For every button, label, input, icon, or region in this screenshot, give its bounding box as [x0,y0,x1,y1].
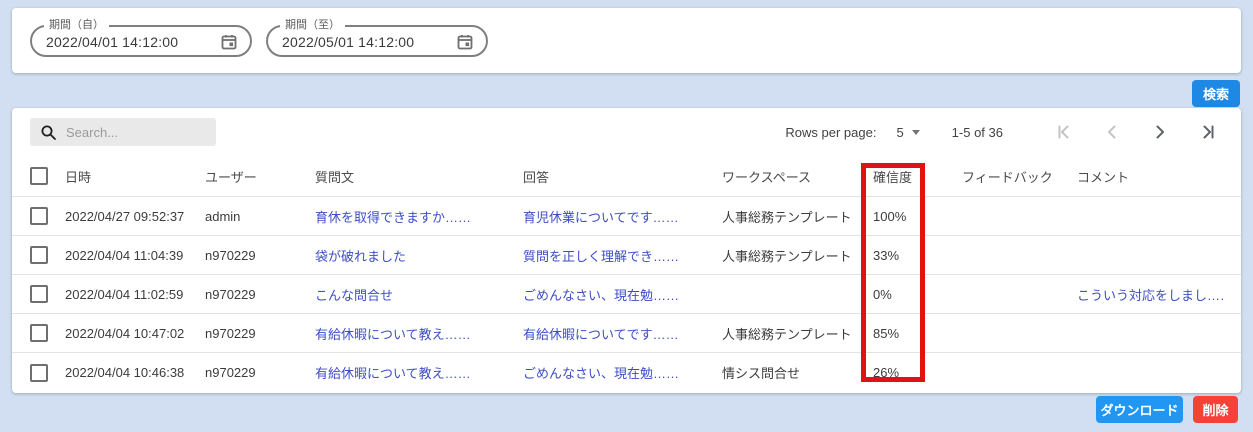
cell-datetime: 2022/04/04 11:04:39 [65,247,184,263]
cell-confidence: 33% [873,247,900,263]
col-header-comment: コメント [1077,169,1130,185]
chevron-left-icon [1108,125,1116,139]
table-row: 2022/04/04 10:47:02 n970229 有給休暇について教え……… [12,314,1241,353]
cell-datetime: 2022/04/04 10:46:38 [65,365,185,380]
cell-workspace: 人事総務テンプレート [722,326,852,342]
last-page-icon [1203,125,1214,139]
rows-per-page-value: 5 [896,124,904,140]
search-icon [41,125,56,140]
cell-confidence: 85% [873,325,900,341]
filter-panel: 期間（自） 2022/04/01 14:12:00 期間（至） 2022/05/… [12,8,1241,73]
download-button[interactable]: ダウンロード [1096,396,1183,423]
question-link[interactable]: こんな問合せ [315,285,523,304]
col-header-confidence: 確信度 [873,169,913,185]
col-header-workspace: ワークスペース [722,169,812,185]
chevron-down-icon [911,129,920,135]
first-page-icon [1058,125,1069,139]
pagination-nav [1027,121,1219,143]
calendar-icon[interactable] [220,33,238,51]
next-page-button[interactable] [1149,121,1171,143]
cell-confidence: 100% [873,208,907,224]
cell-user: admin [205,208,241,224]
cell-datetime: 2022/04/04 11:02:59 [65,286,184,302]
pagination: Rows per page: 5 1-5 of 36 [785,108,1219,156]
table-row: 2022/04/04 10:46:38 n970229 有給休暇について教え……… [12,353,1241,392]
first-page-button[interactable] [1053,121,1075,143]
answer-link[interactable]: ごめんなさい、現在勉…… [523,363,722,382]
chevron-right-icon [1156,125,1164,139]
date-to-label: 期間（至） [285,19,340,31]
cell-user: n970229 [205,365,256,380]
row-checkbox[interactable] [30,363,48,382]
row-checkbox[interactable] [30,324,48,342]
question-link[interactable]: 育休を取得できますか…… [315,207,523,226]
answer-link[interactable]: ごめんなさい、現在勉…… [523,285,722,304]
table-search [30,118,216,146]
rows-per-page-label: Rows per page: [785,124,877,140]
question-link[interactable]: 有給休暇について教え…… [315,324,523,343]
date-from-label: 期間（自） [49,19,104,31]
col-header-question: 質問文 [315,169,355,185]
rows-per-page-select[interactable]: 5 [896,124,920,140]
row-checkbox[interactable] [30,246,48,264]
answer-link[interactable]: 質問を正しく理解でき…… [523,246,722,265]
col-header-answer: 回答 [523,169,550,185]
table-header-row: 日時 ユーザー 質問文 回答 ワークスペース 確信度 フィードバック コメント [12,156,1241,197]
cell-confidence: 26% [873,365,900,380]
col-header-datetime: 日時 [65,169,92,185]
calendar-icon[interactable] [456,33,474,51]
cell-user: n970229 [205,286,256,302]
cell-workspace: 情シス問合せ [722,366,801,381]
cell-confidence: 0% [873,286,892,302]
col-header-user: ユーザー [205,169,257,185]
prev-page-button[interactable] [1101,121,1123,143]
question-link[interactable]: 有給休暇について教え…… [315,363,523,382]
cell-workspace: 人事総務テンプレート [722,248,852,264]
col-header-feedback: フィードバック [962,169,1053,185]
row-checkbox[interactable] [30,207,48,225]
cell-datetime: 2022/04/27 09:52:37 [65,208,185,224]
select-all-checkbox[interactable] [30,167,48,185]
delete-button[interactable]: 削除 [1193,396,1238,423]
cell-user: n970229 [205,325,256,341]
row-checkbox[interactable] [30,285,48,303]
search-button[interactable]: 検索 [1192,80,1240,107]
table-row: 2022/04/04 11:02:59 n970229 こんな問合せ ごめんなさ… [12,275,1241,314]
last-page-button[interactable] [1197,121,1219,143]
date-to-value[interactable]: 2022/05/01 14:12:00 [282,34,414,50]
cell-workspace: 人事総務テンプレート [722,209,852,225]
table-row: 2022/04/27 09:52:37 admin 育休を取得できますか…… 育… [12,197,1241,236]
date-to-field[interactable]: 期間（至） 2022/05/01 14:12:00 [266,19,488,57]
cell-datetime: 2022/04/04 10:47:02 [65,325,185,341]
question-link[interactable]: 袋が破れました [315,246,523,265]
date-from-value[interactable]: 2022/04/01 14:12:00 [46,34,178,50]
comment-link[interactable]: こういう対応をしまし…… [1077,285,1223,304]
table-row: 2022/04/04 11:04:39 n970229 袋が破れました 質問を正… [12,236,1241,275]
date-from-field[interactable]: 期間（自） 2022/04/01 14:12:00 [30,19,252,57]
answer-link[interactable]: 有給休暇についてです…… [523,324,722,343]
pagination-range: 1-5 of 36 [951,124,1003,140]
table-toolbar: Rows per page: 5 1-5 of 36 [12,108,1241,156]
answer-link[interactable]: 育児休業についてです…… [523,207,722,226]
cell-user: n970229 [205,247,256,263]
search-input[interactable] [30,118,216,146]
results-table-card: Rows per page: 5 1-5 of 36 [12,108,1241,393]
